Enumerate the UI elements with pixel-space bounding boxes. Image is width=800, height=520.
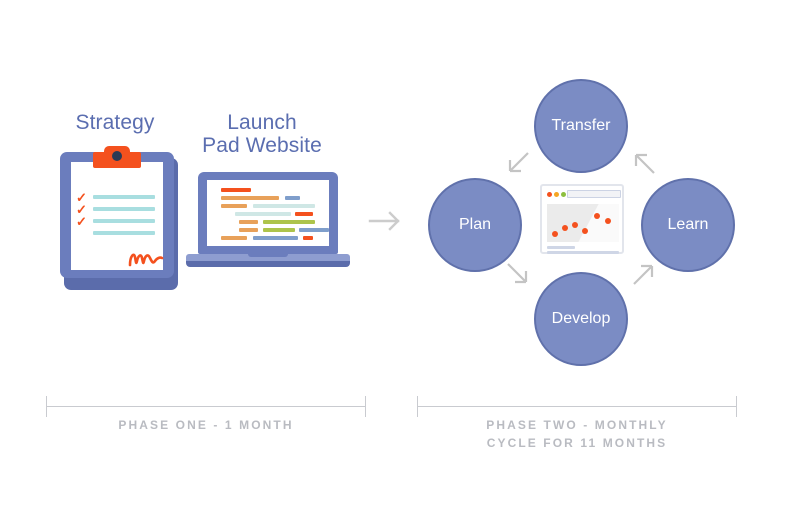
screen-content-line bbox=[221, 204, 247, 208]
cycle-step-label: Develop bbox=[551, 310, 611, 327]
screen-content-line bbox=[221, 188, 251, 192]
checkmark-icon: ✓ bbox=[76, 214, 87, 229]
bracket-line bbox=[46, 406, 366, 407]
cycle-step-label: Learn bbox=[667, 216, 709, 233]
chart-data-point bbox=[594, 213, 600, 219]
diagram-canvas: Strategy Launch Pad Website ✓ ✓ ✓ Transf… bbox=[0, 0, 800, 520]
checklist-row bbox=[93, 219, 155, 223]
chart-data-point bbox=[552, 231, 558, 237]
browser-window-icon bbox=[540, 184, 624, 254]
phase-one-bracket bbox=[46, 396, 366, 417]
chart-data-point bbox=[582, 228, 588, 234]
scatter-chart bbox=[547, 204, 619, 242]
screen-content-line bbox=[285, 196, 300, 200]
laptop-icon bbox=[186, 172, 350, 276]
screen-content-line bbox=[299, 228, 329, 232]
checklist-row bbox=[93, 207, 155, 211]
arrow-down-left-icon bbox=[508, 152, 529, 173]
cycle-step-label: Transfer bbox=[551, 117, 611, 134]
bracket-tick bbox=[365, 396, 366, 417]
cycle-step-transfer[interactable]: Transfer bbox=[534, 79, 628, 173]
screen-content-line bbox=[221, 236, 247, 240]
checklist-row bbox=[93, 231, 155, 235]
screen-content-line bbox=[221, 196, 279, 200]
browser-titlebar bbox=[545, 189, 621, 200]
screen-content-line bbox=[303, 236, 313, 240]
cycle-step-develop[interactable]: Develop bbox=[534, 272, 628, 366]
traffic-light-yellow-icon bbox=[554, 192, 559, 197]
phase-two-bracket bbox=[417, 396, 737, 417]
clipboard-body: ✓ ✓ ✓ bbox=[60, 146, 174, 278]
browser-footer-line bbox=[547, 251, 619, 254]
screen-content-line bbox=[253, 204, 315, 208]
screen-content-line bbox=[239, 220, 258, 224]
chart-sheen bbox=[571, 204, 619, 242]
phase-two-label: PHASE TWO - MONTHLY CYCLE FOR 11 MONTHS bbox=[486, 418, 668, 451]
checklist-row bbox=[93, 195, 155, 199]
cycle-step-plan[interactable]: Plan bbox=[428, 178, 522, 272]
launch-pad-website-title: Launch Pad Website bbox=[202, 111, 322, 157]
screen-content-line bbox=[263, 220, 315, 224]
chart-data-point bbox=[562, 225, 568, 231]
clipboard-clip-hole bbox=[112, 151, 122, 161]
cycle-step-learn[interactable]: Learn bbox=[641, 178, 735, 272]
traffic-light-green-icon bbox=[561, 192, 566, 197]
laptop-screen bbox=[207, 180, 329, 246]
arrow-up-right-icon bbox=[633, 264, 654, 285]
chart-data-point bbox=[605, 218, 611, 224]
screen-content-line bbox=[253, 236, 298, 240]
screen-content-line bbox=[295, 212, 313, 216]
strategy-title: Strategy bbox=[75, 111, 155, 134]
bracket-tick bbox=[736, 396, 737, 417]
traffic-light-red-icon bbox=[547, 192, 552, 197]
arrow-up-left-icon bbox=[634, 153, 655, 174]
clipboard-icon: ✓ ✓ ✓ bbox=[60, 146, 178, 290]
laptop-lid bbox=[198, 172, 338, 254]
clipboard-page: ✓ ✓ ✓ bbox=[71, 162, 164, 270]
chart-data-point bbox=[572, 222, 578, 228]
browser-footer-line bbox=[547, 246, 575, 249]
signature-icon bbox=[128, 253, 164, 267]
cycle-step-label: Plan bbox=[458, 216, 492, 233]
screen-content-line bbox=[239, 228, 258, 232]
bracket-line bbox=[417, 406, 737, 407]
arrow-down-right-icon bbox=[507, 263, 528, 284]
screen-content-line bbox=[235, 212, 291, 216]
laptop-base-lip bbox=[186, 261, 350, 267]
laptop-trackpad-notch bbox=[248, 254, 288, 257]
phase-one-label: PHASE ONE - 1 MONTH bbox=[118, 418, 294, 432]
screen-content-line bbox=[263, 228, 295, 232]
arrow-right-icon bbox=[368, 211, 400, 231]
browser-url-bar bbox=[567, 190, 621, 198]
